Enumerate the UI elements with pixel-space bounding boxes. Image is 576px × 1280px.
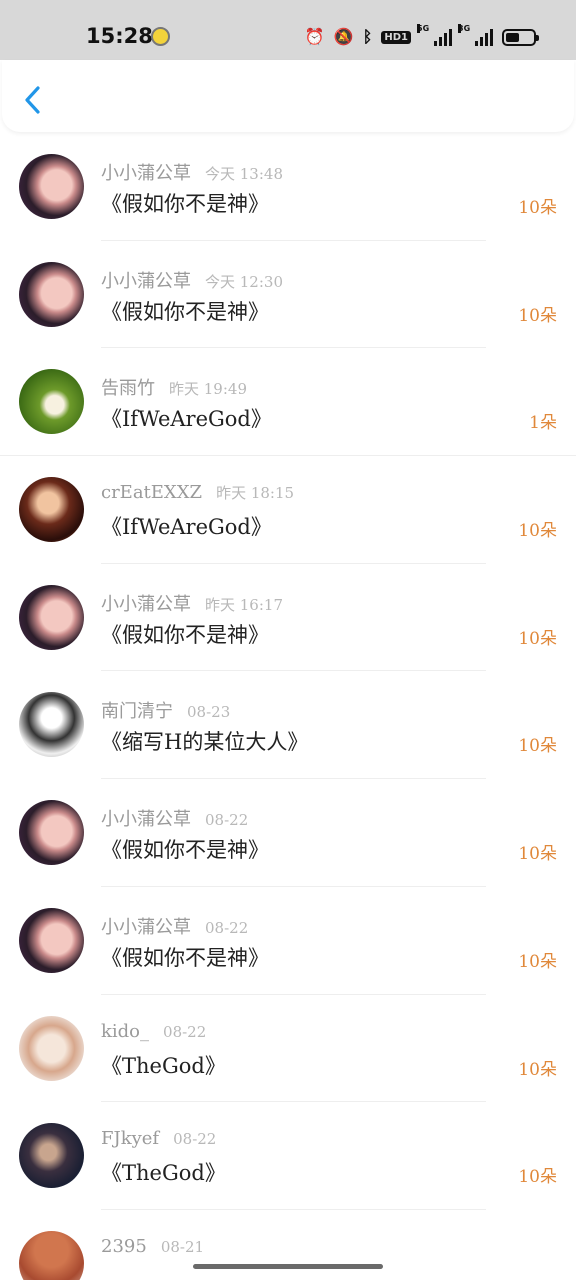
username[interactable]: crEatEXXZ [101, 482, 202, 503]
username[interactable]: 2395 [101, 1236, 147, 1257]
flower-count: 10朵 [518, 1059, 557, 1080]
book-title[interactable]: 《缩写H的某位大人》 [101, 726, 308, 756]
gift-time: 08-23 [187, 703, 231, 722]
gift-time: 08-22 [163, 1022, 207, 1041]
nav-bar [2, 60, 574, 132]
gift-time: 昨天 18:15 [216, 484, 295, 503]
book-title[interactable]: 《IfWeAreGod》 [101, 403, 272, 433]
user-line: 告雨竹 昨天 19:49 [101, 374, 247, 399]
bluetooth-icon: ᛒ [362, 27, 373, 46]
book-title[interactable]: 《假如你不是神》 [101, 619, 269, 649]
avatar[interactable] [19, 692, 84, 758]
alarm-icon: ⏰ [304, 27, 325, 46]
gift-time: 08-22 [173, 1130, 217, 1149]
user-line: crEatEXXZ 昨天 18:15 [101, 482, 294, 506]
status-bar: 15:28 ⏰ 🔕 ᛒ HD1 5G 3G [0, 0, 576, 60]
book-title[interactable]: 《IfWeAreGod》 [101, 511, 272, 541]
gift-row[interactable]: 小小蒲公草 昨天 16:17 《假如你不是神》 10朵 [0, 564, 576, 672]
user-line: 小小蒲公草 08-22 [101, 805, 249, 830]
avatar[interactable] [19, 154, 84, 219]
book-title[interactable]: 《假如你不是神》 [101, 188, 269, 218]
username[interactable]: 南门清宁 [101, 701, 173, 722]
flower-count: 10朵 [518, 1167, 557, 1188]
avatar[interactable] [19, 1015, 84, 1081]
username[interactable]: FJkyef [101, 1128, 159, 1149]
status-time: 15:28 [86, 24, 153, 48]
mute-icon: 🔕 [333, 27, 354, 46]
username[interactable]: 小小蒲公草 [101, 163, 191, 184]
avatar[interactable] [19, 1230, 84, 1280]
avatar[interactable] [19, 477, 84, 543]
flower-count: 10朵 [518, 305, 557, 326]
gift-time: 今天 12:30 [205, 272, 283, 291]
username[interactable]: 小小蒲公草 [101, 809, 191, 830]
user-line: kido_ 08-22 [101, 1021, 206, 1045]
status-icons: ⏰ 🔕 ᛒ HD1 5G 3G [304, 24, 539, 47]
username[interactable]: 告雨竹 [101, 378, 155, 399]
user-line: 小小蒲公草 08-22 [101, 913, 249, 938]
gift-list: 小小蒲公草 今天 13:48 《假如你不是神》 10朵 小小蒲公草 今天 12:30 《假如… [0, 133, 576, 1280]
gift-row[interactable]: 2395 08-21 [0, 1210, 576, 1280]
avatar[interactable] [19, 1123, 84, 1189]
battery-icon [502, 28, 539, 46]
signal-5g-icon: 5G [417, 24, 452, 46]
user-line: 南门清宁 08-23 [101, 697, 231, 722]
hd-badge: HD1 [381, 30, 411, 44]
user-line: 小小蒲公草 昨天 16:17 [101, 590, 283, 615]
book-title[interactable]: 《TheGod》 [101, 1157, 226, 1187]
gift-row[interactable]: crEatEXXZ 昨天 18:15 《IfWeAreGod》 10朵 [0, 456, 576, 564]
user-line: 小小蒲公草 今天 13:48 [101, 159, 283, 184]
avatar[interactable] [19, 584, 84, 650]
signal-3g-icon: 3G [458, 24, 493, 46]
gift-time: 08-22 [205, 811, 249, 830]
avatar[interactable] [19, 261, 84, 327]
user-line: FJkyef 08-22 [101, 1128, 216, 1152]
book-title[interactable]: 《假如你不是神》 [101, 834, 269, 864]
avatar[interactable] [19, 369, 84, 435]
chevron-left-icon [25, 86, 40, 114]
flower-count: 10朵 [518, 951, 557, 972]
gift-row[interactable]: 小小蒲公草 08-22 《假如你不是神》 10朵 [0, 779, 576, 887]
username[interactable]: 小小蒲公草 [101, 271, 191, 292]
flower-count: 10朵 [518, 628, 557, 649]
gift-row[interactable]: FJkyef 08-22 《TheGod》 10朵 [0, 1102, 576, 1210]
gift-row[interactable]: 告雨竹 昨天 19:49 《IfWeAreGod》 1朵 [0, 348, 576, 457]
gift-time: 08-21 [160, 1237, 205, 1256]
gift-row[interactable]: 南门清宁 08-23 《缩写H的某位大人》 10朵 [0, 671, 576, 780]
book-title[interactable]: 《TheGod》 [101, 1050, 226, 1080]
avatar[interactable] [19, 800, 84, 866]
home-indicator[interactable] [193, 1264, 383, 1269]
gift-time: 今天 13:48 [205, 165, 283, 183]
flower-count: 10朵 [518, 521, 557, 542]
user-line: 2395 08-21 [101, 1236, 204, 1260]
user-line: 小小蒲公草 今天 12:30 [101, 267, 283, 292]
gift-row[interactable]: 小小蒲公草 今天 12:30 《假如你不是神》 10朵 [0, 241, 576, 349]
username[interactable]: 小小蒲公草 [101, 594, 191, 615]
app-notification-icon [151, 27, 170, 46]
username[interactable]: 小小蒲公草 [101, 917, 191, 938]
back-button[interactable] [20, 82, 50, 118]
gift-row[interactable]: 小小蒲公草 今天 13:48 《假如你不是神》 10朵 [0, 133, 576, 241]
flower-count: 10朵 [518, 844, 557, 865]
gift-time: 08-22 [205, 918, 249, 937]
gift-row[interactable]: kido_ 08-22 《TheGod》 10朵 [0, 995, 576, 1103]
book-title[interactable]: 《假如你不是神》 [101, 296, 269, 326]
book-title[interactable]: 《假如你不是神》 [101, 942, 269, 972]
flower-count: 10朵 [518, 736, 557, 757]
flower-count: 10朵 [518, 198, 557, 218]
gift-time: 昨天 16:17 [205, 595, 283, 614]
gift-row[interactable]: 小小蒲公草 08-22 《假如你不是神》 10朵 [0, 887, 576, 995]
flower-count: 1朵 [529, 413, 557, 434]
gift-time: 昨天 19:49 [169, 380, 247, 399]
avatar[interactable] [19, 907, 84, 973]
username[interactable]: kido_ [101, 1021, 149, 1042]
